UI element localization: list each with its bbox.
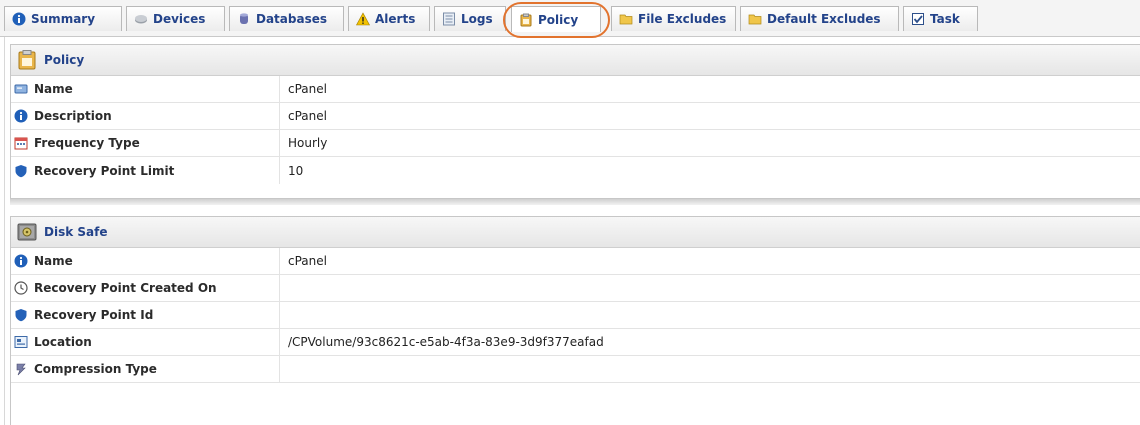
row-value — [280, 275, 288, 301]
panel-title: Disk Safe — [44, 225, 108, 239]
tab-databases[interactable]: Databases — [229, 6, 344, 31]
policy-row-description: Description cPanel — [11, 103, 1140, 130]
calendar-icon — [14, 137, 28, 150]
folder-icon — [619, 14, 633, 25]
row-label: Description — [34, 109, 112, 123]
tab-logs[interactable]: Logs — [434, 6, 506, 31]
tab-summary[interactable]: Summary — [4, 6, 122, 31]
tab-label: Logs — [461, 12, 493, 26]
tab-label: Default Excludes — [767, 12, 881, 26]
logs-icon — [443, 12, 455, 26]
row-value: /CPVolume/93c8621c-e5ab-4f3a-83e9-3d9f37… — [288, 335, 604, 349]
warning-icon — [356, 12, 370, 26]
name-tag-icon — [14, 84, 28, 94]
policy-row-frequency-type: Frequency Type Hourly — [11, 130, 1140, 157]
tab-task[interactable]: Task — [903, 6, 978, 31]
row-label: Name — [34, 82, 73, 96]
row-label: Frequency Type — [34, 136, 140, 150]
panel-title: Policy — [44, 53, 85, 67]
compression-icon — [16, 363, 26, 376]
tab-label: Databases — [256, 12, 328, 26]
tab-alerts[interactable]: Alerts — [348, 6, 430, 31]
clock-icon — [14, 281, 28, 295]
policy-panel-header: Policy — [11, 45, 1140, 76]
shield-icon — [15, 164, 27, 177]
shield-icon — [15, 309, 27, 322]
location-icon — [14, 336, 28, 348]
tab-label: File Excludes — [638, 12, 727, 26]
disksafe-row-location: Location /CPVolume/93c8621c-e5ab-4f3a-83… — [11, 329, 1140, 356]
info-icon — [14, 109, 28, 123]
row-label-cell: Name — [11, 76, 280, 102]
row-value: cPanel — [288, 82, 327, 96]
policy-row-name: Name cPanel — [11, 76, 1140, 103]
task-icon — [912, 13, 924, 25]
policy-row-recovery-point-limit: Recovery Point Limit 10 — [11, 157, 1140, 184]
left-edge — [4, 37, 5, 425]
row-value — [280, 302, 288, 328]
row-label-cell: Location — [11, 329, 280, 355]
row-value — [280, 356, 288, 382]
tab-file-excludes[interactable]: File Excludes — [611, 6, 736, 31]
row-label-cell: Frequency Type — [11, 130, 280, 156]
row-label-cell: Recovery Point Id — [11, 302, 280, 328]
row-label: Recovery Point Limit — [34, 163, 175, 178]
row-label: Location — [34, 335, 92, 349]
tab-label: Alerts — [375, 12, 416, 26]
row-label: Compression Type — [34, 362, 157, 376]
tab-policy[interactable]: Policy — [511, 6, 601, 32]
policy-icon — [18, 50, 36, 70]
info-icon — [14, 254, 28, 268]
disk-safe-panel: Disk Safe Name cPanel Recovery Point Cre… — [10, 216, 1140, 425]
disksafe-row-recovery-point-created-on: Recovery Point Created On — [11, 275, 1140, 302]
info-icon — [12, 12, 26, 26]
tab-default-excludes[interactable]: Default Excludes — [740, 6, 899, 31]
row-label: Recovery Point Created On — [34, 281, 217, 295]
disksafe-row-compression-type: Compression Type — [11, 356, 1140, 383]
row-value: cPanel — [288, 254, 327, 268]
panel-separator — [10, 199, 1140, 205]
row-label: Recovery Point Id — [34, 308, 154, 322]
policy-icon — [520, 13, 532, 26]
row-value: Hourly — [288, 136, 328, 150]
row-label: Name — [34, 254, 73, 268]
database-icon — [240, 13, 248, 24]
tab-label: Summary — [31, 12, 96, 26]
disk-safe-panel-header: Disk Safe — [11, 217, 1140, 248]
tab-label: Policy — [538, 12, 579, 27]
folder-icon — [748, 14, 762, 25]
row-value: 10 — [288, 163, 304, 178]
policy-panel: Policy Name cPanel Description cPanel Fr… — [10, 44, 1140, 199]
row-label-cell: Recovery Point Created On — [11, 275, 280, 301]
tab-label: Task — [930, 12, 960, 26]
disksafe-row-name: Name cPanel — [11, 248, 1140, 275]
row-label-cell: Description — [11, 103, 280, 129]
row-label-cell: Compression Type — [11, 356, 280, 382]
row-label-cell: Recovery Point Limit — [11, 157, 280, 184]
disksafe-row-recovery-point-id: Recovery Point Id — [11, 302, 1140, 329]
devices-icon — [135, 15, 147, 24]
row-value: cPanel — [288, 109, 327, 123]
row-label-cell: Name — [11, 248, 280, 274]
tab-label: Devices — [153, 12, 206, 26]
tab-bar: Summary Devices Databases Alerts Logs Po… — [0, 0, 1140, 37]
disk-safe-icon — [17, 223, 37, 241]
tab-devices[interactable]: Devices — [126, 6, 225, 31]
